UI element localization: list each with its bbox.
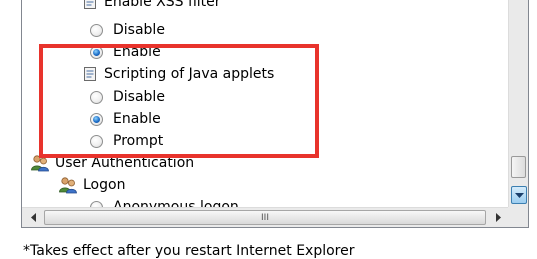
radio-xss-disable[interactable]: Disable: [90, 19, 165, 41]
tree-item-label: Enable XSS filter: [104, 0, 221, 10]
radio-anonymous-logon[interactable]: Anonymous logon: [90, 196, 239, 207]
tree-item-java-applets: Scripting of Java applets: [82, 63, 274, 85]
settings-page-icon: [82, 66, 98, 82]
vertical-scrollbar[interactable]: [508, 0, 528, 207]
radio-button[interactable]: [90, 90, 103, 104]
radio-java-disable[interactable]: Disable: [90, 86, 165, 108]
settings-tree: Enable XSS filter Disable Enable Scripti…: [22, 0, 508, 207]
scroll-left-button[interactable]: [25, 208, 42, 227]
radio-label: Enable: [113, 111, 161, 127]
scroll-down-icon: [514, 187, 524, 203]
scroll-down-button[interactable]: [511, 186, 527, 204]
users-icon: [30, 154, 50, 172]
radio-xss-enable[interactable]: Enable: [90, 41, 161, 63]
horizontal-scroll-thumb[interactable]: III: [44, 210, 486, 225]
scroll-left-icon: [30, 210, 37, 226]
tree-item-label: User Authentication: [55, 155, 195, 171]
radio-label: Anonymous logon: [113, 199, 239, 207]
radio-label: Disable: [113, 22, 165, 38]
radio-label: Disable: [113, 89, 165, 105]
radio-java-enable[interactable]: Enable: [90, 108, 161, 130]
security-settings-list: Enable XSS filter Disable Enable Scripti…: [21, 0, 529, 228]
scrollbar-corner: [508, 207, 528, 227]
radio-button[interactable]: [90, 45, 103, 59]
radio-label: Enable: [113, 44, 161, 60]
users-icon: [58, 176, 78, 194]
tree-item-logon: Logon: [58, 174, 125, 196]
tree-item-label: Scripting of Java applets: [104, 66, 275, 82]
vertical-scroll-thumb[interactable]: [511, 156, 526, 178]
radio-button[interactable]: [90, 112, 103, 126]
radio-button[interactable]: [90, 134, 103, 148]
tree-item-xss-filter: Enable XSS filter: [82, 0, 221, 13]
scroll-right-icon: [495, 210, 501, 226]
settings-page-icon: [82, 0, 98, 10]
radio-java-prompt[interactable]: Prompt: [90, 130, 163, 152]
radio-label: Prompt: [113, 133, 164, 149]
scroll-right-button[interactable]: [489, 208, 506, 227]
horizontal-scrollbar[interactable]: III: [22, 207, 508, 227]
scroll-grip: III: [261, 212, 269, 223]
tree-item-user-authentication: User Authentication: [30, 152, 194, 174]
tree-item-label: Logon: [83, 177, 126, 193]
radio-button[interactable]: [90, 23, 103, 37]
